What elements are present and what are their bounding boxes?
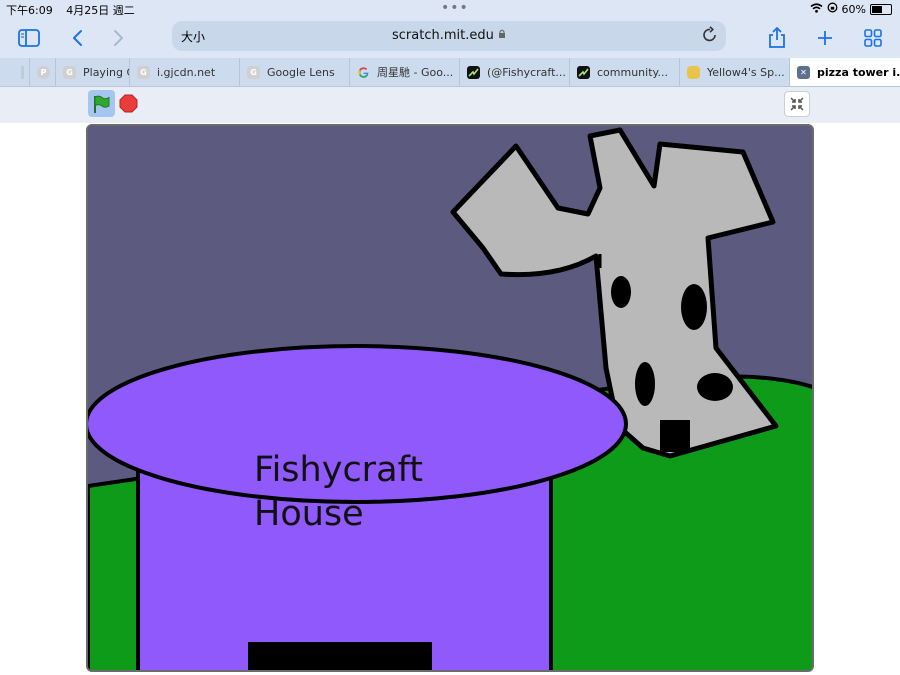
project-stage[interactable]: Fishycraft House [86, 124, 814, 672]
address-bar[interactable]: 大小 scratch.mit.edu [172, 21, 726, 51]
tab-label: (@Fishycraft... [487, 65, 566, 79]
tab-label: Playing C [83, 65, 130, 79]
tab-overview-icon[interactable] [858, 18, 888, 58]
battery-icon [870, 3, 892, 15]
tab-label: pizza tower i... [817, 65, 900, 79]
tab-bar: P G Playing C G i.gjcdn.net G Google Len… [0, 58, 900, 87]
g-favicon-icon: G [63, 65, 76, 79]
status-right: 60% [810, 2, 892, 16]
browser-toolbar: 大小 scratch.mit.edu [0, 18, 900, 58]
multitasking-dots-icon[interactable]: ••• [441, 1, 469, 15]
wifi-icon [810, 2, 823, 16]
tab-item[interactable]: Yellow4's Sp... [680, 58, 790, 86]
orientation-lock-icon [827, 2, 838, 16]
tower-window [697, 373, 733, 401]
tab-label: Yellow4's Sp... [707, 65, 785, 79]
tower-window [611, 276, 631, 308]
tower-window [635, 362, 655, 406]
reload-icon[interactable] [702, 26, 718, 48]
status-bar: 下午6:09 4月25日 週二 ••• 60% [0, 0, 900, 18]
status-time: 下午6:09 [6, 4, 53, 17]
green-flag-icon [93, 95, 109, 113]
tower-door [660, 420, 690, 452]
tab-item[interactable]: 周星馳 - Goo... [350, 58, 460, 86]
g-favicon-icon: G [247, 65, 260, 79]
new-tab-icon[interactable] [810, 18, 840, 58]
lock-icon [498, 28, 506, 43]
sidebar-icon[interactable] [14, 18, 44, 58]
tab-item[interactable]: G Google Lens [240, 58, 350, 86]
tab-label: community... [597, 65, 668, 79]
tab-item[interactable]: G i.gjcdn.net [130, 58, 240, 86]
battery-fill [872, 5, 883, 13]
status-left: 下午6:09 4月25日 週二 [6, 2, 135, 18]
google-icon [357, 66, 370, 79]
stop-icon [119, 94, 137, 112]
share-icon[interactable] [762, 18, 792, 58]
tab-label: Google Lens [267, 65, 335, 79]
tower-window [681, 284, 707, 330]
tab-item[interactable]: community... [570, 58, 680, 86]
close-icon[interactable]: ✕ [797, 65, 810, 79]
url-display[interactable]: scratch.mit.edu [172, 28, 726, 43]
tab-label: 周星馳 - Goo... [377, 66, 454, 79]
p-favicon-icon: P [37, 65, 50, 79]
tab-item-active[interactable]: ✕ pizza tower i... [790, 58, 900, 86]
dark-favicon-icon [467, 65, 480, 79]
scratch-controls [0, 87, 900, 123]
tab-item[interactable]: P [30, 58, 56, 86]
gold-favicon-icon [687, 65, 700, 79]
house-door [248, 642, 432, 670]
tab-item[interactable]: G Playing C [56, 58, 130, 86]
back-icon[interactable] [62, 18, 92, 58]
tab-label: i.gjcdn.net [157, 65, 216, 79]
tab-item[interactable]: (@Fishycraft... [460, 58, 570, 86]
battery-percent: 60% [841, 2, 866, 16]
url-text: scratch.mit.edu [392, 28, 494, 43]
exit-fullscreen-button[interactable] [784, 91, 810, 117]
forward-icon[interactable] [104, 18, 134, 58]
tab-item[interactable] [0, 58, 30, 86]
house-label: Fishycraft House [254, 450, 423, 534]
green-flag-button[interactable] [88, 90, 115, 117]
shrink-icon [790, 97, 804, 111]
status-date: 4月25日 週二 [66, 4, 135, 17]
tab-icon [21, 65, 24, 79]
dark-favicon-icon [577, 65, 590, 79]
stage-canvas [88, 126, 812, 670]
g-favicon-icon: G [137, 65, 150, 79]
stop-button[interactable] [118, 93, 138, 113]
